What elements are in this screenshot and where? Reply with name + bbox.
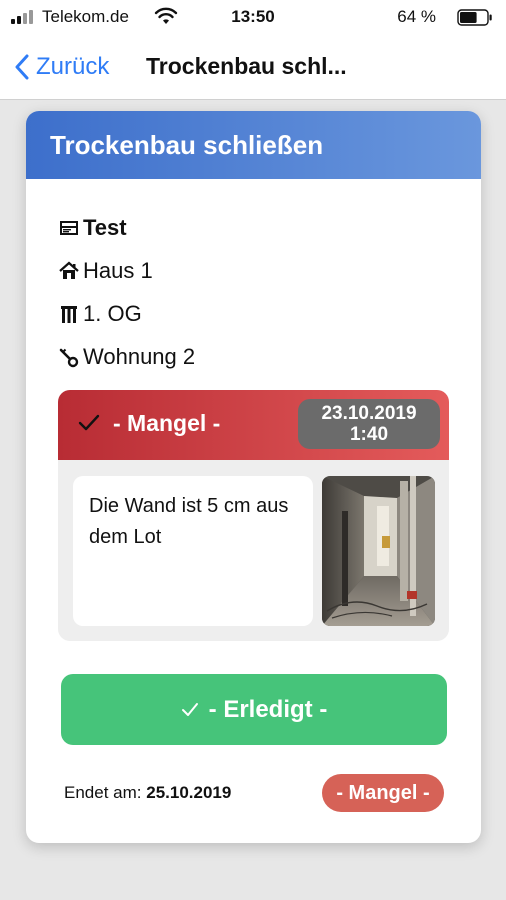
key-icon bbox=[59, 348, 79, 367]
floor-name: 1. OG bbox=[83, 300, 142, 326]
card-header: Trockenbau schließen bbox=[26, 111, 481, 179]
apartment-name: Wohnung 2 bbox=[83, 343, 196, 369]
end-date-value: 25.10.2019 bbox=[146, 783, 232, 802]
defect-entry[interactable]: - Mangel - 23.10.2019 1:40 Die Wand ist … bbox=[58, 390, 449, 641]
defect-date: 23.10.2019 bbox=[321, 403, 417, 424]
info-row-building: Haus 1 bbox=[59, 249, 195, 292]
nav-title: Trockenbau schl... bbox=[146, 53, 347, 79]
status-bar: Telekom.de 13:50 64 % bbox=[0, 0, 506, 34]
task-card: Trockenbau schließen Test Haus 1 1. OG W… bbox=[26, 111, 481, 843]
defect-photo[interactable] bbox=[322, 476, 435, 626]
defect-time: 1:40 bbox=[349, 424, 389, 445]
info-list: Test Haus 1 1. OG Wohnung 2 bbox=[59, 206, 195, 378]
checkmark-icon bbox=[181, 702, 198, 716]
status-badge: - Mangel - bbox=[322, 774, 444, 812]
card-title: Trockenbau schließen bbox=[50, 129, 324, 160]
info-row-project: Test bbox=[59, 206, 195, 249]
done-button-label: - Erledigt - bbox=[208, 695, 328, 723]
document-icon bbox=[60, 220, 78, 235]
defect-timestamp: 23.10.2019 1:40 bbox=[298, 399, 440, 449]
chevron-left-icon bbox=[15, 54, 29, 80]
done-button[interactable]: - Erledigt - bbox=[61, 674, 447, 745]
project-name: Test bbox=[83, 214, 127, 240]
end-date-label: Endet am: bbox=[64, 783, 142, 802]
info-row-apartment: Wohnung 2 bbox=[59, 335, 195, 378]
floor-icon bbox=[61, 305, 77, 323]
defect-header: - Mangel - 23.10.2019 1:40 bbox=[58, 390, 449, 460]
house-icon bbox=[59, 261, 79, 279]
end-date-row: Endet am: 25.10.2019 bbox=[64, 783, 231, 803]
battery-percentage: 64 % bbox=[397, 7, 436, 26]
defect-description: Die Wand ist 5 cm aus dem Lot bbox=[73, 476, 313, 626]
back-button[interactable]: Zurück bbox=[14, 50, 109, 84]
battery-icon bbox=[457, 9, 492, 26]
photo-image bbox=[322, 476, 435, 626]
info-row-floor: 1. OG bbox=[59, 292, 195, 335]
building-name: Haus 1 bbox=[83, 257, 153, 283]
back-label: Zurück bbox=[36, 53, 110, 80]
navigation-bar: Zurück Trockenbau schl... bbox=[0, 34, 506, 100]
checkmark-icon bbox=[78, 414, 100, 431]
defect-title: - Mangel - bbox=[113, 410, 221, 436]
